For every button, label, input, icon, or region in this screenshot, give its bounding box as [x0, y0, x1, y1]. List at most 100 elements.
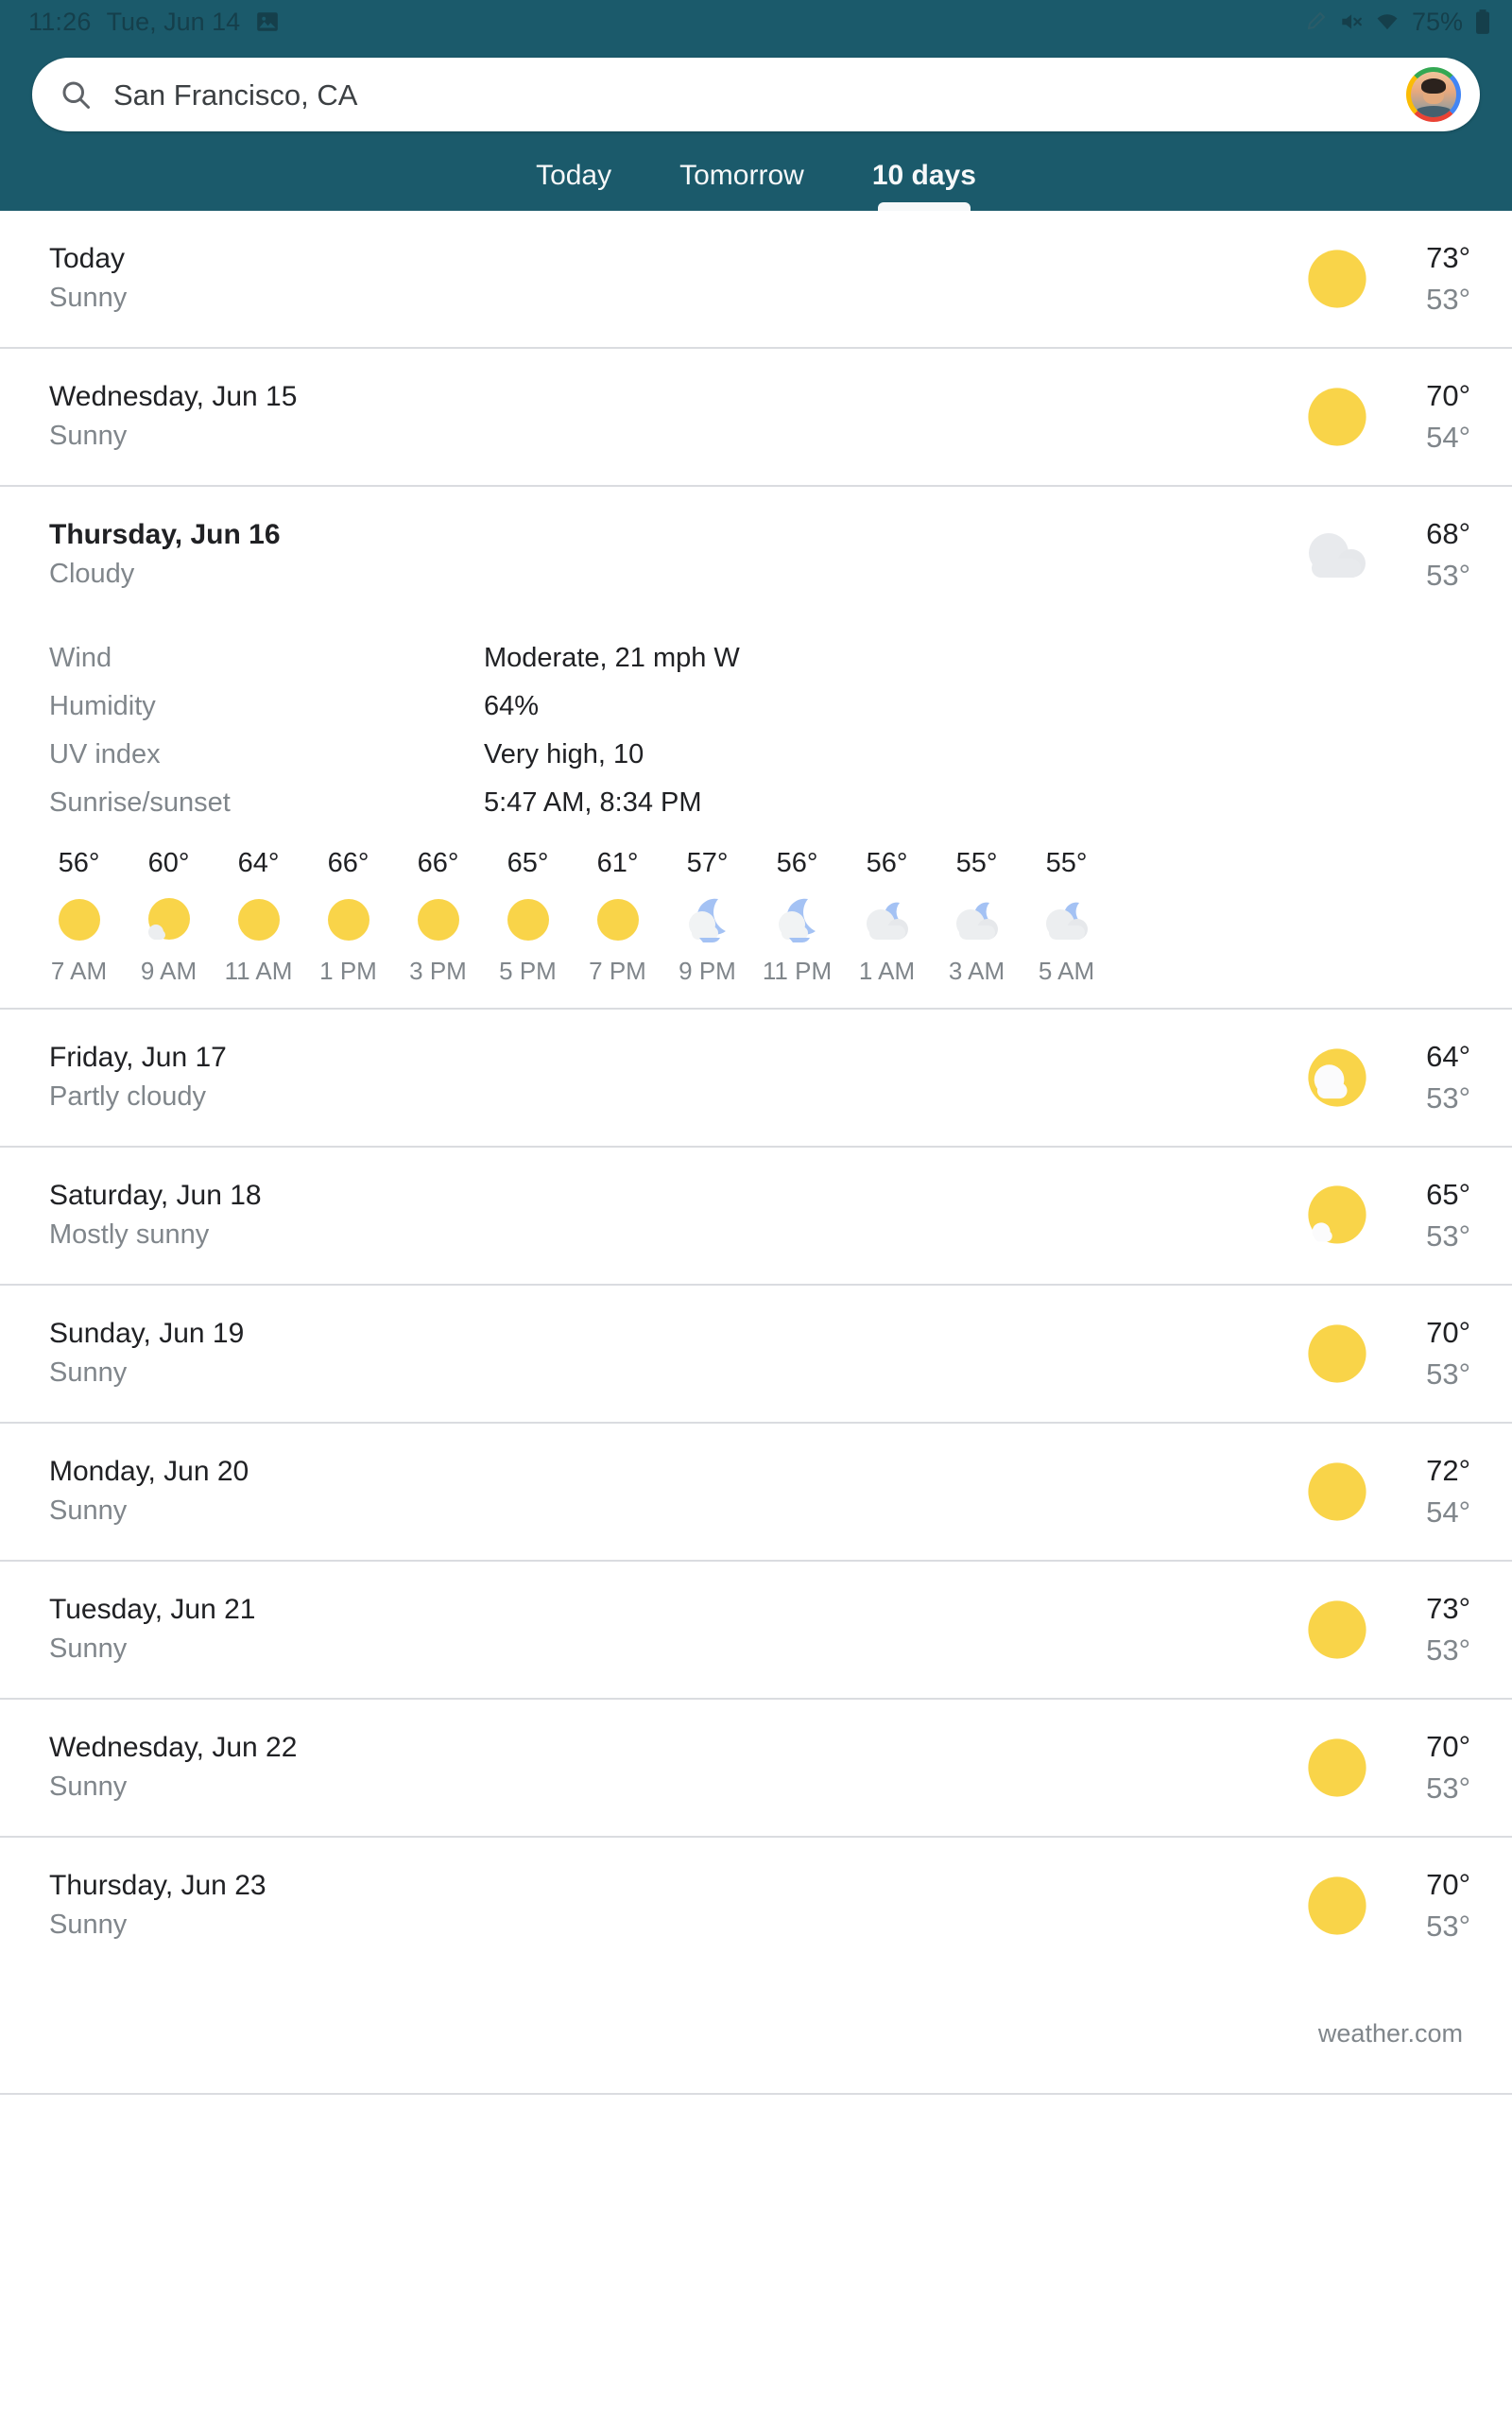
sunny-icon: [393, 890, 483, 949]
weather-source-footer[interactable]: weather.com: [0, 1974, 1512, 2095]
day-low: 53°: [1426, 1772, 1470, 1805]
hour-item: 60° 9 AM: [124, 848, 214, 985]
weather-source-link[interactable]: weather.com: [1318, 2019, 1463, 2048]
day-low: 54°: [1426, 1495, 1470, 1529]
day-row[interactable]: Thursday, Jun 23 Sunny 70° 53°: [0, 1838, 1512, 1974]
day-temps: 70° 54°: [1389, 377, 1480, 458]
day-row[interactable]: Tuesday, Jun 21 Sunny 73° 53°: [0, 1562, 1512, 1698]
day-card-mon-jun-20[interactable]: Monday, Jun 20 Sunny 72° 54°: [0, 1424, 1512, 1562]
day-temps: 65° 53°: [1389, 1176, 1480, 1256]
detail-label: Wind: [49, 643, 112, 673]
day-name: Sunday, Jun 19: [49, 1318, 245, 1350]
day-details: Wind Moderate, 21 mph W Humidity 64% UV …: [0, 623, 1512, 827]
day-row[interactable]: Saturday, Jun 18 Mostly sunny 65° 53°: [0, 1148, 1512, 1284]
day-condition: Sunny: [49, 1357, 128, 1389]
day-row[interactable]: Wednesday, Jun 22 Sunny 70° 53°: [0, 1700, 1512, 1836]
stylus-icon: [1304, 10, 1327, 33]
day-temps: 70° 53°: [1389, 1866, 1480, 1946]
hour-time: 7 PM: [589, 957, 646, 985]
hour-time: 5 PM: [499, 957, 557, 985]
day-name: Wednesday, Jun 15: [49, 381, 298, 413]
day-low: 53°: [1426, 1357, 1470, 1391]
day-temps: 72° 54°: [1389, 1452, 1480, 1532]
sunny-icon: [483, 890, 573, 949]
day-low: 53°: [1426, 283, 1470, 316]
day-card-thu-jun-16[interactable]: Thursday, Jun 16 Cloudy 68° 53° Wind Mod…: [0, 487, 1512, 1010]
tab-tomorrow[interactable]: Tomorrow: [645, 162, 838, 211]
hour-temp: 56°: [776, 848, 818, 878]
hour-time: 3 AM: [948, 957, 1005, 985]
search-input[interactable]: San Francisco, CA: [113, 80, 1406, 110]
page-bottom-space: [0, 2095, 1512, 2374]
detail-label: UV index: [49, 739, 161, 769]
day-labels: Thursday, Jun 16 Cloudy: [49, 516, 1285, 593]
day-low: 53°: [1426, 559, 1470, 592]
search-icon[interactable]: [59, 78, 93, 112]
hour-temp: 65°: [507, 848, 549, 878]
day-labels: Thursday, Jun 23 Sunny: [49, 1867, 1285, 1944]
day-row[interactable]: Sunday, Jun 19 Sunny 70° 53°: [0, 1286, 1512, 1422]
forecast-tabs: Today Tomorrow 10 days: [0, 131, 1512, 211]
day-name: Tuesday, Jun 21: [49, 1594, 256, 1626]
day-labels: Saturday, Jun 18 Mostly sunny: [49, 1177, 1285, 1253]
day-temps: 73° 53°: [1389, 1590, 1480, 1670]
day-high: 73°: [1426, 1591, 1470, 1625]
hour-time: 1 PM: [319, 957, 377, 985]
day-row[interactable]: Today Sunny 73° 53°: [0, 211, 1512, 347]
day-condition: Sunny: [49, 283, 128, 314]
day-name: Thursday, Jun 23: [49, 1870, 266, 1902]
sunny-icon: [1285, 243, 1389, 315]
status-bar: 11:26 Tue, Jun 14 75%: [0, 0, 1512, 43]
cloudy-icon: [1285, 519, 1389, 591]
hour-item: 55° 3 AM: [932, 850, 1022, 985]
day-row[interactable]: Friday, Jun 17 Partly cloudy 64° 53°: [0, 1010, 1512, 1146]
hour-temp: 60°: [147, 848, 190, 878]
day-temps: 70° 53°: [1389, 1314, 1480, 1394]
day-card-sun-jun-19[interactable]: Sunday, Jun 19 Sunny 70° 53°: [0, 1286, 1512, 1424]
day-card-tue-jun-21[interactable]: Tuesday, Jun 21 Sunny 73° 53°: [0, 1562, 1512, 1700]
partly-cloudy-night-icon: [752, 890, 842, 949]
day-low: 54°: [1426, 421, 1470, 454]
detail-label: Sunrise/sunset: [49, 787, 231, 818]
hour-time: 1 AM: [858, 957, 916, 985]
sunny-icon: [1285, 381, 1389, 453]
day-card-wed-jun-15[interactable]: Wednesday, Jun 15 Sunny 70° 54°: [0, 349, 1512, 487]
day-condition: Mostly sunny: [49, 1219, 210, 1251]
detail-row-humidity: Humidity 64%: [49, 683, 1463, 731]
day-row[interactable]: Monday, Jun 20 Sunny 72° 54°: [0, 1424, 1512, 1560]
day-row[interactable]: Wednesday, Jun 15 Sunny 70° 54°: [0, 349, 1512, 485]
tab-today[interactable]: Today: [502, 162, 645, 211]
day-row[interactable]: Thursday, Jun 16 Cloudy 68° 53°: [0, 487, 1512, 623]
detail-row-sunrise-sunset: Sunrise/sunset 5:47 AM, 8:34 PM: [49, 779, 1463, 827]
sunny-icon: [1285, 1318, 1389, 1390]
partly-cloudy-night-icon: [662, 890, 752, 949]
day-card-sat-jun-18[interactable]: Saturday, Jun 18 Mostly sunny 65° 53°: [0, 1148, 1512, 1286]
hour-item: 55° 5 AM: [1022, 850, 1111, 984]
mostly-cloudy-night-icon: [1022, 890, 1111, 949]
hourly-forecast-strip[interactable]: 56° 7 AM 60° 9 AM 64° 11 AM 66° 1 PM 66°…: [0, 827, 1512, 1008]
day-labels: Tuesday, Jun 21 Sunny: [49, 1591, 1285, 1668]
search-bar[interactable]: San Francisco, CA: [32, 58, 1480, 131]
hour-time: 11 PM: [762, 957, 833, 985]
day-card-fri-jun-17[interactable]: Friday, Jun 17 Partly cloudy 64° 53°: [0, 1010, 1512, 1148]
day-card-wed-jun-22[interactable]: Wednesday, Jun 22 Sunny 70° 53°: [0, 1700, 1512, 1838]
sunny-icon: [214, 890, 303, 949]
hour-time: 9 AM: [140, 957, 198, 985]
sunny-icon: [1285, 1594, 1389, 1666]
tab-today-label: Today: [536, 160, 612, 191]
day-condition: Sunny: [49, 1495, 128, 1527]
detail-label: Humidity: [49, 691, 156, 721]
mostly-cloudy-night-icon: [932, 890, 1022, 949]
hour-time: 7 AM: [50, 957, 108, 985]
wifi-icon: [1374, 9, 1400, 35]
mostly-sunny-icon: [124, 890, 214, 949]
day-card-today[interactable]: Today Sunny 73° 53°: [0, 211, 1512, 349]
day-card-thu-jun-23[interactable]: Thursday, Jun 23 Sunny 70° 53°: [0, 1838, 1512, 1974]
hour-temp: 66°: [417, 848, 459, 878]
avatar[interactable]: [1406, 67, 1461, 122]
detail-value: 64%: [484, 691, 540, 721]
day-low: 53°: [1426, 1634, 1470, 1667]
day-low: 53°: [1426, 1219, 1470, 1253]
hour-item: 61° 7 PM: [573, 850, 662, 985]
tab-10-days[interactable]: 10 days: [838, 162, 1010, 211]
